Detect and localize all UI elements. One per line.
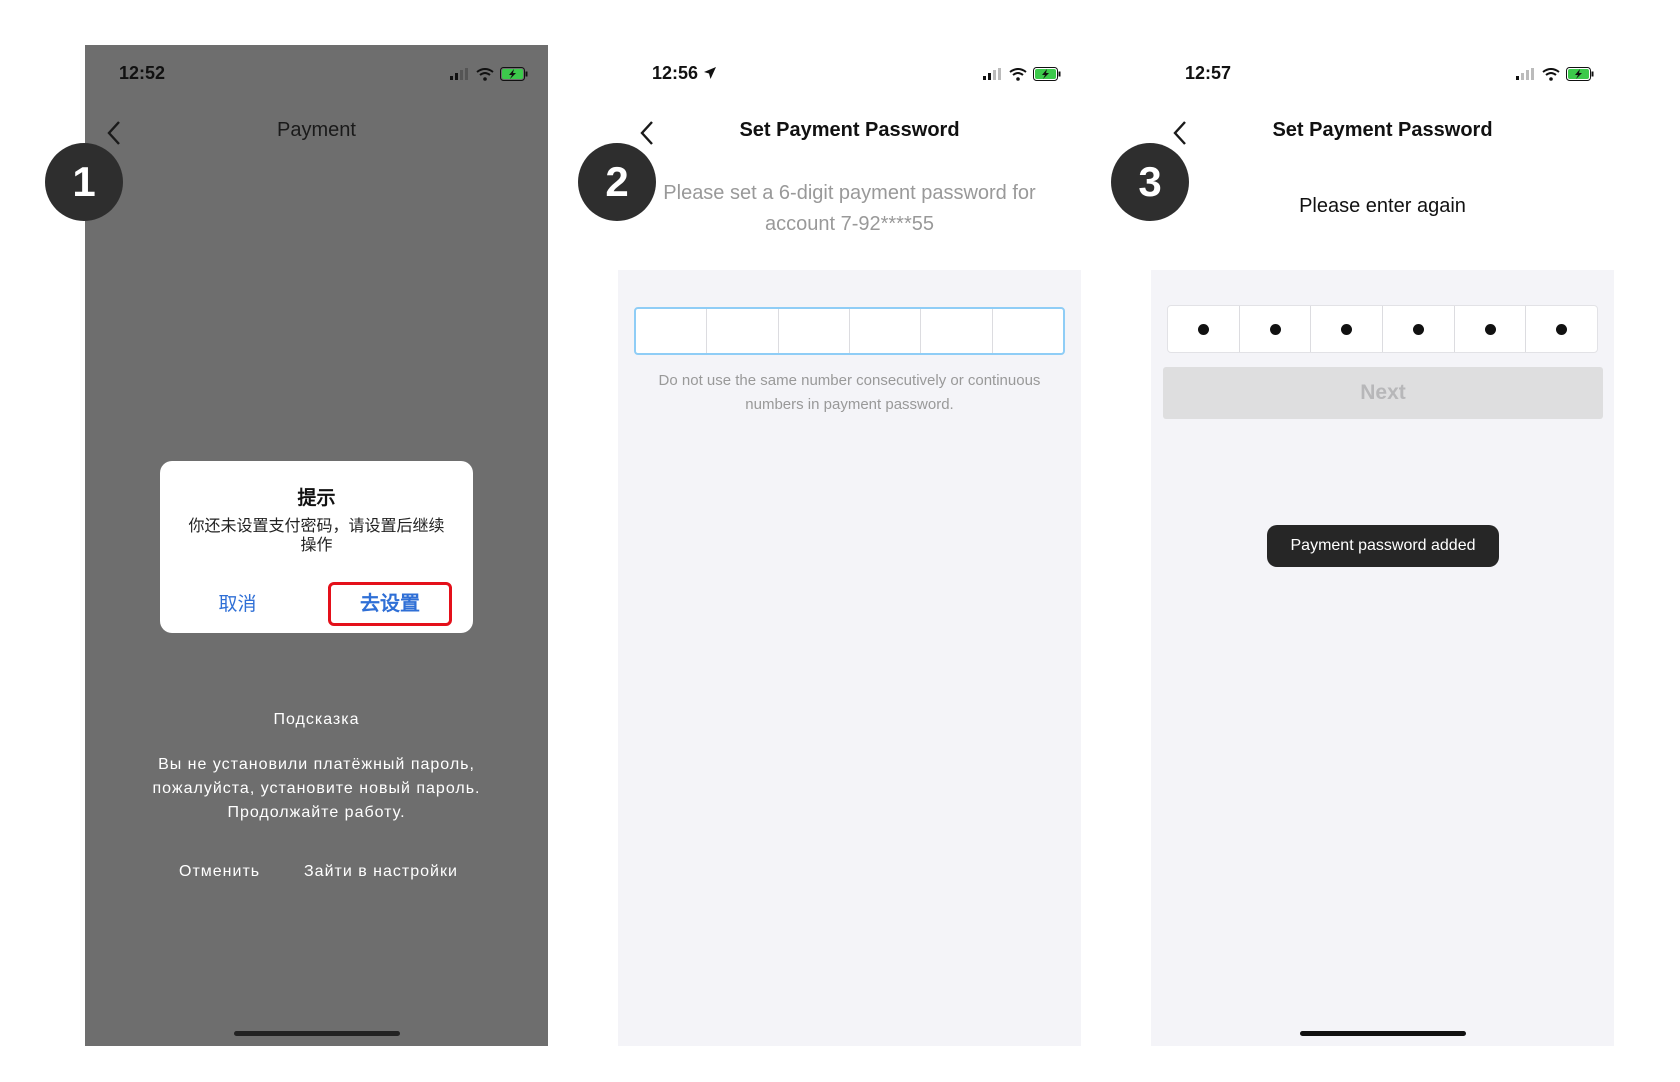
dialog-title: 提示 (297, 488, 336, 509)
status-icons (983, 67, 1061, 81)
password-dot (1412, 323, 1424, 335)
password-digit-cell[interactable] (1526, 306, 1597, 352)
password-dot (1341, 323, 1353, 335)
next-button[interactable]: Next (1163, 367, 1603, 419)
status-bar: 12:56 (618, 61, 1081, 89)
password-digit-cell[interactable] (1383, 306, 1455, 352)
status-bar: 12:57 (1151, 61, 1614, 89)
password-digit-cell[interactable] (636, 309, 708, 353)
screen-set-password: 12:56 Set Payment Password Please set a … (618, 45, 1081, 1046)
password-input[interactable] (634, 307, 1065, 355)
page-title: Set Payment Password (1272, 119, 1493, 141)
status-time: 12:57 (1185, 63, 1232, 83)
password-dot (1269, 323, 1281, 335)
wifi-icon (1009, 67, 1027, 81)
translation-message: Вы не установили платёжный пароль, пожал… (152, 756, 481, 821)
password-hint: Do not use the same number consecutively… (658, 372, 1041, 413)
location-arrow-icon (704, 67, 717, 79)
step-badge-2: 2 (578, 143, 656, 221)
password-instruction: Please set a 6-digit payment password fo… (663, 182, 1036, 235)
password-digit-cell[interactable] (993, 309, 1063, 353)
password-dot (1197, 323, 1209, 335)
page-title: Payment (277, 119, 356, 141)
navbar: Set Payment Password (618, 107, 1081, 157)
step-badge-3: 3 (1111, 143, 1189, 221)
home-indicator[interactable] (1300, 1031, 1466, 1036)
signal-icon (450, 68, 468, 80)
home-indicator[interactable] (234, 1031, 400, 1036)
password-digit-cell[interactable] (779, 309, 850, 353)
password-digit-cell[interactable] (1240, 306, 1312, 352)
translation-cancel: Отменить (179, 863, 261, 880)
password-input[interactable] (1167, 305, 1598, 353)
wifi-icon (476, 67, 494, 81)
password-digit-cell[interactable] (1311, 306, 1384, 352)
battery-charging-icon (1566, 67, 1594, 81)
translation-settings: Зайти в настройки (304, 863, 458, 880)
navbar: Payment (85, 107, 548, 157)
battery-charging-icon (1033, 67, 1061, 81)
password-digit-cell[interactable] (1168, 306, 1240, 352)
password-instruction: Please enter again (1299, 195, 1466, 217)
password-digit-cell[interactable] (850, 309, 922, 353)
toast-message: Payment password added (1267, 525, 1499, 567)
wifi-icon (1542, 67, 1560, 81)
dialog-cancel-button[interactable]: 取消 (160, 589, 315, 616)
password-dot (1484, 323, 1496, 335)
navbar: Set Payment Password (1151, 107, 1614, 157)
password-digit-cell[interactable] (921, 309, 993, 353)
password-digit-cell[interactable] (707, 309, 779, 353)
status-icons (1516, 67, 1594, 81)
status-time: 12:56 (652, 63, 717, 84)
page-title: Set Payment Password (739, 119, 960, 141)
step-badge-1: 1 (45, 143, 123, 221)
signal-icon (1516, 68, 1534, 80)
password-digit-cell[interactable] (1455, 306, 1527, 352)
translation-title: Подсказка (273, 711, 360, 728)
screen-payment-dialog: 12:52 Payment 提示 你还未设置支付密码，请设置后继续操作 取消 去… (85, 45, 548, 1046)
battery-charging-icon (500, 67, 528, 81)
status-bar: 12:52 (85, 61, 548, 89)
dialog-message: 你还未设置支付密码，请设置后继续操作 (188, 518, 445, 554)
password-dot (1556, 323, 1568, 335)
status-time: 12:52 (119, 63, 166, 83)
status-icons (450, 67, 528, 81)
dialog-go-settings-button[interactable]: 去设置 (328, 582, 452, 626)
alert-dialog: 提示 你还未设置支付密码，请设置后继续操作 取消 去设置 (160, 461, 473, 633)
signal-icon (983, 68, 1001, 80)
screen-confirm-password: 12:57 Set Payment Password Please enter … (1151, 45, 1614, 1046)
